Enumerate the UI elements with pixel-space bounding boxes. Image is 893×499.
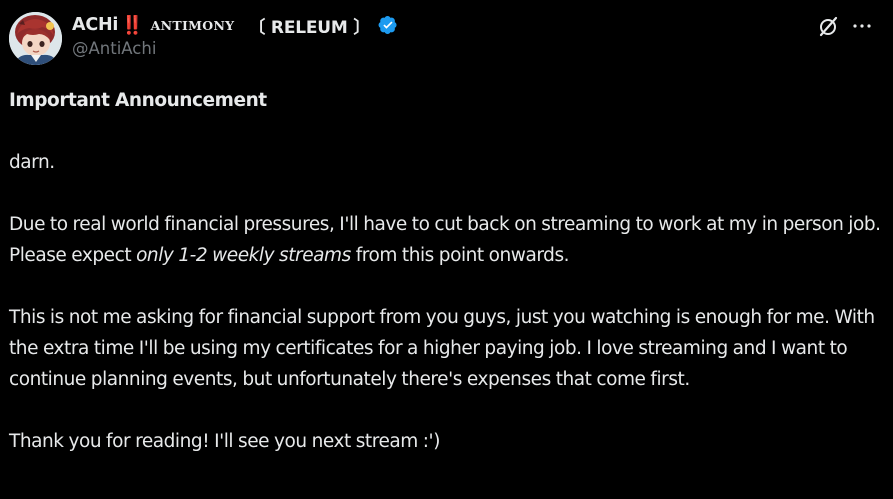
post-paragraph-thanks: Thank you for reading! I'll see you next… — [9, 431, 440, 452]
post-header: ACHi ‼️ ANTIMONY 〔 RELEUM 〕 @AntiAchi — [72, 12, 833, 58]
avatar[interactable] — [9, 12, 62, 65]
org-name: ANTIMONY — [150, 17, 235, 33]
group-tag: 〔 RELEUM 〕 — [248, 17, 371, 38]
post-title: Important Announcement — [9, 90, 267, 111]
post-paragraph-support: This is not me asking for financial supp… — [9, 307, 875, 390]
verified-badge-icon[interactable] — [378, 15, 398, 35]
paragraph-text: from this point onwards. — [350, 245, 570, 266]
post-actions — [817, 15, 873, 37]
double-exclamation-emoji: ‼️ — [121, 14, 143, 36]
user-handle[interactable]: @AntiAchi — [72, 39, 833, 58]
post-body: Important Announcement darn. Due to real… — [9, 85, 885, 457]
name-row: ACHi ‼️ ANTIMONY 〔 RELEUM 〕 — [72, 12, 833, 38]
post-line-darn: darn. — [9, 152, 55, 173]
emphasis-text: only 1-2 weekly streams — [136, 245, 351, 266]
grok-slash-icon[interactable] — [817, 15, 839, 37]
post-paragraph-pressures: Due to real world financial pressures, I… — [9, 209, 885, 271]
display-name[interactable]: ACHi — [72, 15, 118, 35]
anime-avatar-icon — [9, 12, 62, 65]
post: ACHi ‼️ ANTIMONY 〔 RELEUM 〕 @AntiAchi Im… — [0, 0, 893, 499]
more-dots-icon[interactable] — [851, 15, 873, 37]
